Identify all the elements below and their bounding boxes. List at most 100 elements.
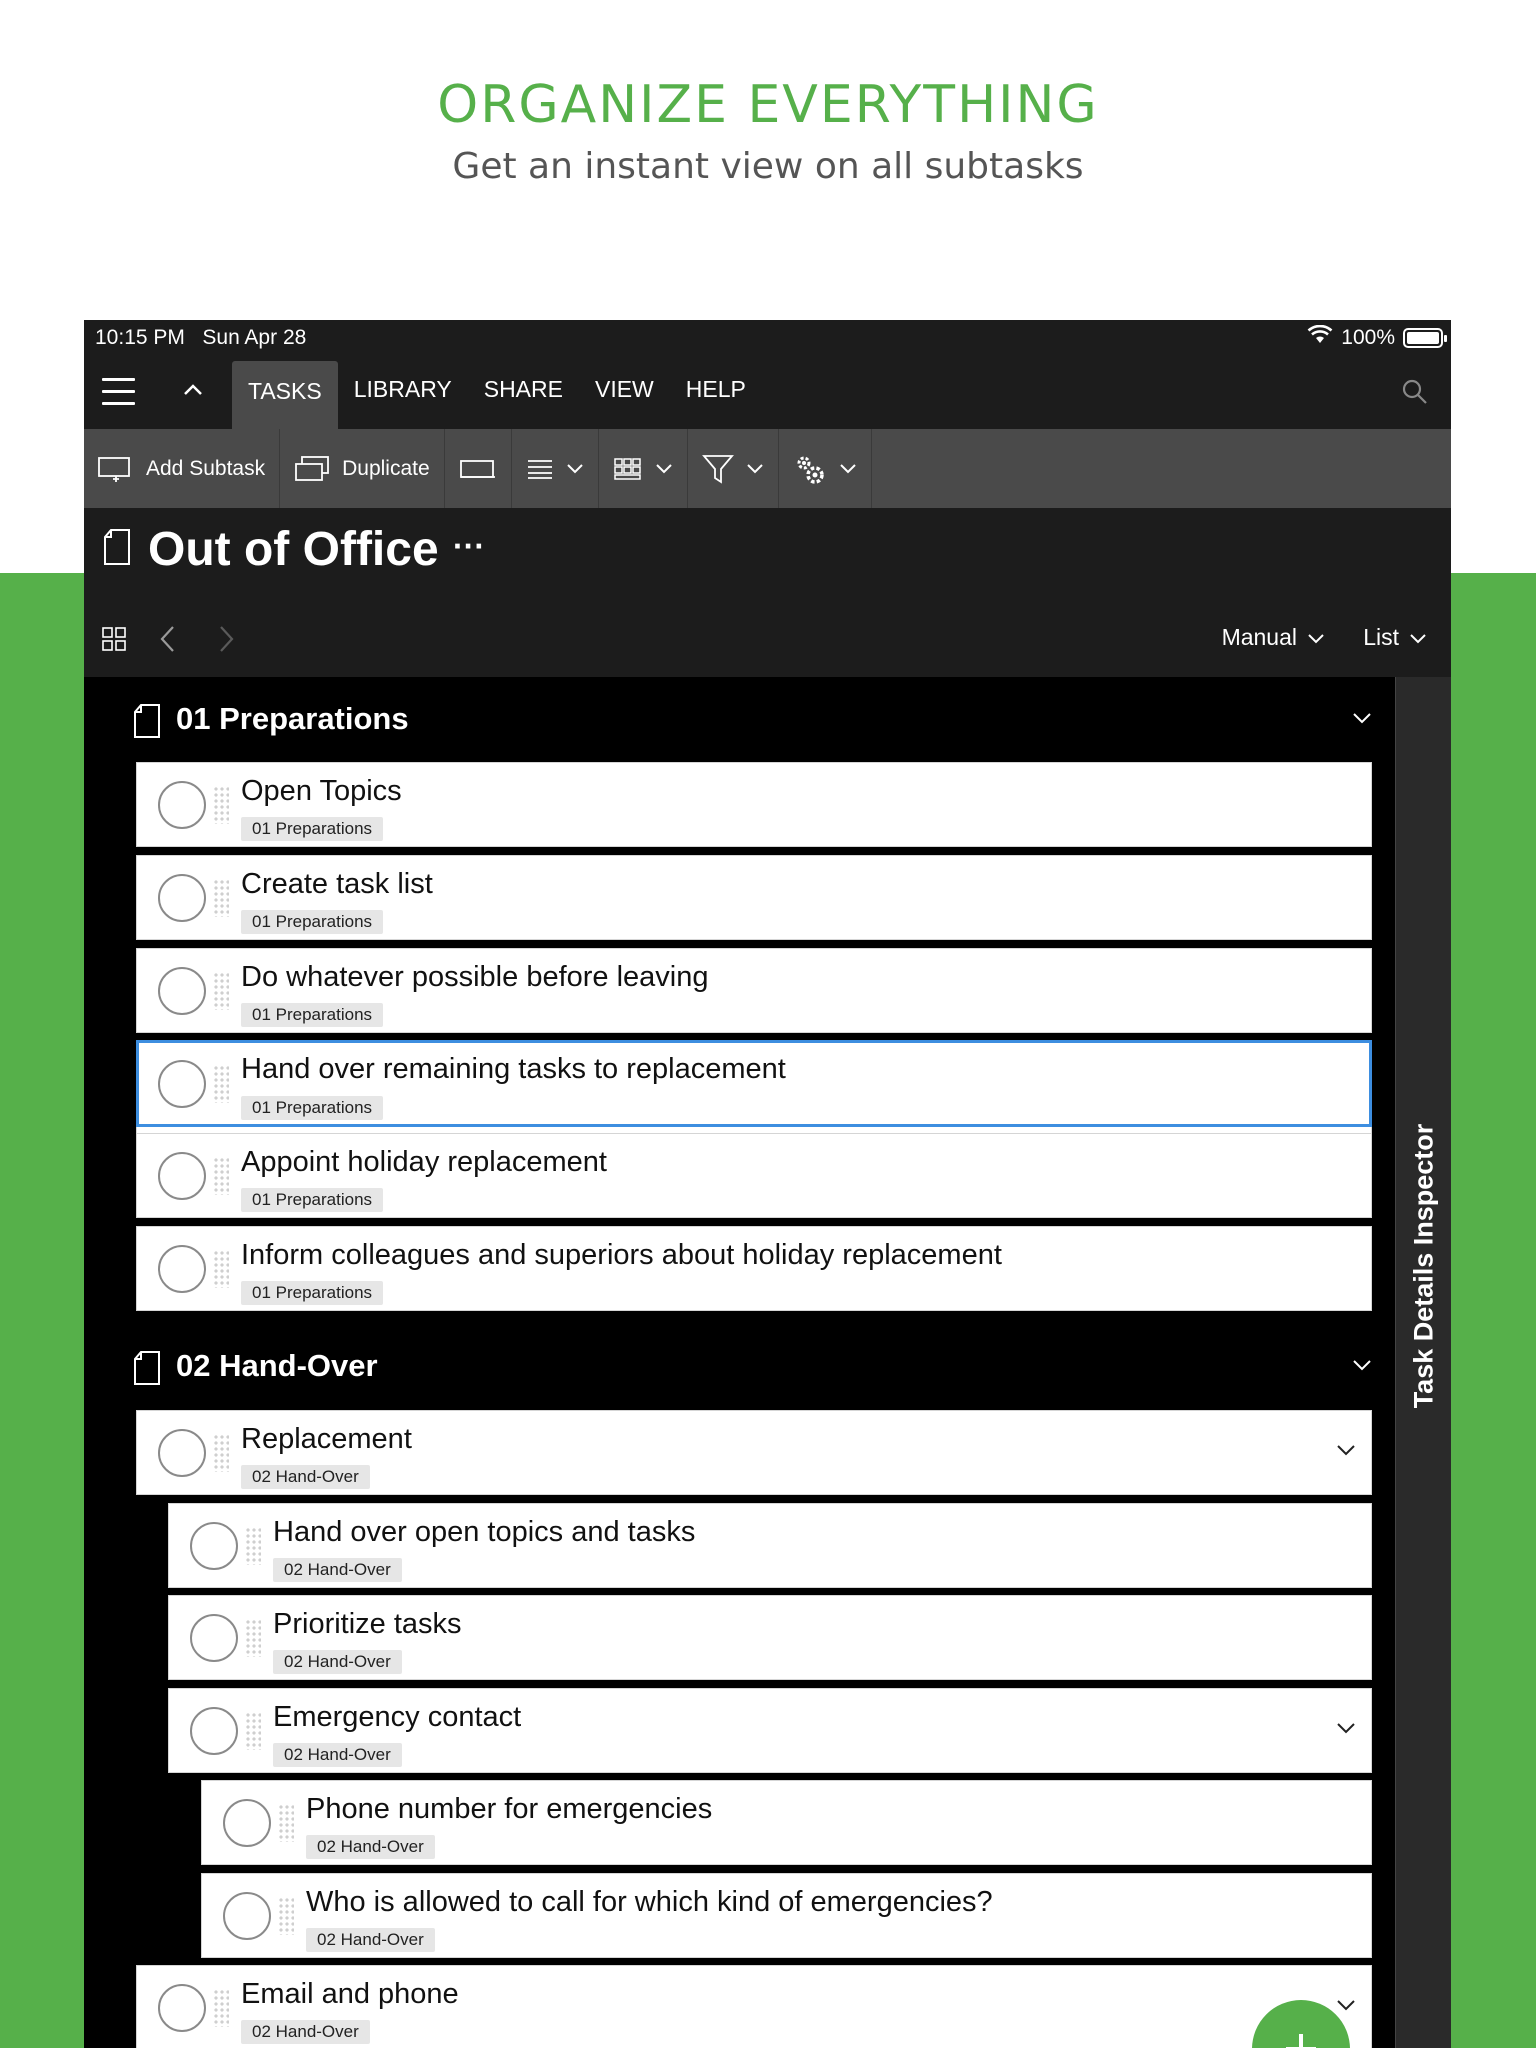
drag-handle-icon[interactable]	[213, 1157, 229, 1195]
ribbon-toolbar: Add Subtask Duplicate	[84, 429, 1451, 508]
task-section-tag: 02 Hand-Over	[273, 1558, 402, 1582]
task-details-inspector-tab[interactable]: Task Details Inspector	[1395, 677, 1451, 2048]
task-row[interactable]: Appoint holiday replacement 01 Preparati…	[136, 1133, 1372, 1218]
tab-tasks[interactable]: TASKS	[232, 361, 338, 429]
sort-label: Manual	[1221, 624, 1297, 650]
task-checkbox[interactable]	[190, 1614, 238, 1662]
forward-arrow-icon[interactable]	[216, 624, 236, 659]
document-title-bar: Out of Office ···	[84, 508, 1451, 596]
chevron-down-icon	[746, 463, 764, 475]
view-label: List	[1363, 624, 1399, 650]
chevron-down-icon[interactable]	[1335, 1443, 1357, 1462]
columns-dropdown[interactable]	[599, 429, 688, 508]
more-options-button[interactable]: ···	[453, 528, 485, 565]
task-checkbox[interactable]	[190, 1707, 238, 1755]
drag-handle-icon[interactable]	[213, 972, 229, 1010]
task-row[interactable]: Create task list 01 Preparations	[136, 855, 1372, 940]
drag-handle-icon[interactable]	[278, 1804, 294, 1842]
document-icon	[102, 528, 132, 571]
chevron-down-icon[interactable]	[1335, 1998, 1357, 2017]
settings-dropdown[interactable]	[779, 429, 872, 508]
chevron-down-icon[interactable]	[1351, 711, 1373, 730]
drag-handle-icon[interactable]	[213, 1434, 229, 1472]
chevron-down-icon	[655, 463, 673, 475]
promo-subtitle: Get an instant view on all subtasks	[452, 146, 1084, 187]
navigation-bar: Manual List	[84, 596, 1451, 677]
tab-share[interactable]: SHARE	[468, 356, 579, 429]
task-row[interactable]: Inform colleagues and superiors about ho…	[136, 1226, 1372, 1311]
drag-handle-icon[interactable]	[213, 1065, 229, 1103]
task-checkbox[interactable]	[158, 874, 206, 922]
section-header[interactable]: 01 Preparations	[84, 677, 1395, 757]
task-checkbox[interactable]	[158, 1152, 206, 1200]
tab-view[interactable]: VIEW	[579, 356, 670, 429]
task-card-button[interactable]	[445, 429, 512, 508]
collapse-ribbon-icon[interactable]	[182, 374, 204, 409]
task-section-tag: 01 Preparations	[241, 817, 384, 841]
status-bar: 10:15 PM Sun Apr 28 100%	[84, 320, 1451, 356]
chevron-down-icon	[839, 463, 857, 475]
drag-handle-icon[interactable]	[213, 786, 229, 824]
task-row-selected[interactable]: Hand over remaining tasks to replacement…	[136, 1040, 1372, 1127]
page-title: Out of Office	[148, 523, 439, 576]
add-subtask-button[interactable]: Add Subtask	[84, 429, 281, 508]
view-mode-dropdown[interactable]: List	[1363, 624, 1427, 651]
battery-icon	[1403, 328, 1447, 348]
task-name: Emergency contact	[273, 1701, 522, 1733]
chevron-down-icon[interactable]	[1351, 1358, 1373, 1377]
duplicate-button[interactable]: Duplicate	[280, 429, 445, 508]
sort-dropdown[interactable]: Manual	[1222, 624, 1325, 651]
task-row-expandable[interactable]: Email and phone 02 Hand-Over	[136, 1965, 1372, 2048]
drag-handle-icon[interactable]	[278, 1897, 294, 1935]
task-checkbox[interactable]	[158, 1429, 206, 1477]
add-subtask-icon	[98, 455, 134, 483]
filter-dropdown[interactable]	[688, 429, 779, 508]
task-checkbox[interactable]	[158, 967, 206, 1015]
back-arrow-icon[interactable]	[158, 624, 178, 659]
task-checkbox[interactable]	[158, 781, 206, 829]
subtask-row[interactable]: Phone number for emergencies 02 Hand-Ove…	[201, 1780, 1372, 1865]
duplicate-label: Duplicate	[342, 456, 430, 480]
filter-icon	[701, 453, 734, 485]
drag-handle-icon[interactable]	[213, 879, 229, 917]
list-format-dropdown[interactable]	[512, 429, 599, 508]
promo-title: ORGANIZE EVERYTHING	[437, 75, 1099, 135]
task-checkbox[interactable]	[158, 1060, 206, 1108]
task-checkbox[interactable]	[223, 1892, 271, 1940]
subtask-row[interactable]: Who is allowed to call for which kind of…	[201, 1873, 1372, 1958]
section-header[interactable]: 02 Hand-Over	[84, 1324, 1395, 1404]
task-checkbox[interactable]	[158, 1245, 206, 1293]
hamburger-menu-icon[interactable]	[102, 378, 135, 406]
task-row[interactable]: Do whatever possible before leaving 01 P…	[136, 948, 1372, 1033]
grid-table-icon	[613, 457, 643, 481]
drag-handle-icon[interactable]	[213, 1250, 229, 1288]
task-name: Hand over remaining tasks to replacement	[241, 1053, 786, 1085]
task-section-tag: 01 Preparations	[241, 1096, 384, 1120]
drag-handle-icon[interactable]	[213, 1989, 229, 2027]
subtask-row-expandable[interactable]: Emergency contact 02 Hand-Over	[168, 1688, 1372, 1773]
card-view-icon	[459, 457, 497, 481]
drag-handle-icon[interactable]	[245, 1712, 261, 1750]
task-name: Create task list	[241, 868, 433, 900]
task-section-tag: 02 Hand-Over	[306, 1835, 435, 1859]
task-row-expandable[interactable]: Replacement 02 Hand-Over	[136, 1410, 1372, 1495]
task-name: Open Topics	[241, 775, 402, 807]
chevron-down-icon[interactable]	[1335, 1721, 1357, 1740]
tab-help[interactable]: HELP	[670, 356, 762, 429]
task-section-tag: 01 Preparations	[241, 910, 384, 934]
task-checkbox[interactable]	[158, 1984, 206, 2032]
task-checkbox[interactable]	[223, 1799, 271, 1847]
drag-handle-icon[interactable]	[245, 1527, 261, 1565]
subtask-row[interactable]: Hand over open topics and tasks 02 Hand-…	[168, 1503, 1372, 1588]
tab-library[interactable]: LIBRARY	[338, 356, 468, 429]
task-name: Phone number for emergencies	[306, 1793, 713, 1825]
subtask-row[interactable]: Prioritize tasks 02 Hand-Over	[168, 1595, 1372, 1680]
task-name: Appoint holiday replacement	[241, 1146, 607, 1178]
drag-handle-icon[interactable]	[245, 1619, 261, 1657]
task-row[interactable]: Open Topics 01 Preparations	[136, 762, 1372, 847]
inspector-label: Task Details Inspector	[1408, 1123, 1439, 1409]
search-icon[interactable]	[1401, 378, 1429, 411]
task-checkbox[interactable]	[190, 1522, 238, 1570]
task-list: 01 Preparations 02 Hand-Over Open Topics…	[84, 677, 1395, 2048]
grid-overview-icon[interactable]	[101, 626, 127, 657]
